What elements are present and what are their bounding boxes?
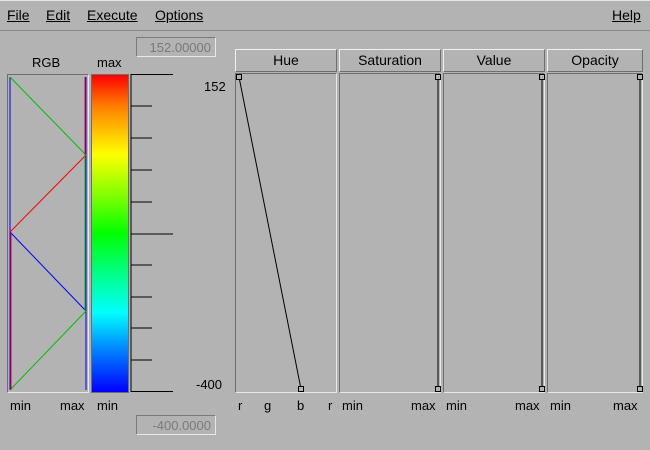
opacity-header[interactable]: Opacity xyxy=(547,49,643,72)
colorbar-max-label: max xyxy=(97,55,122,70)
hue-label-b: b xyxy=(297,398,305,413)
range-min-label: -400 xyxy=(196,377,223,392)
value-curve[interactable] xyxy=(444,74,546,394)
menu-options[interactable]: Options xyxy=(155,7,203,23)
menu-file[interactable]: File xyxy=(7,7,30,23)
range-max-label: 152 xyxy=(204,79,226,94)
rgb-curve-panel[interactable] xyxy=(7,74,89,393)
value-max-label: max xyxy=(515,398,540,413)
rgb-min-label: min xyxy=(10,398,31,413)
hue-top-handle xyxy=(236,74,242,80)
menu-edit[interactable]: Edit xyxy=(46,7,70,23)
hue-label-r2: r xyxy=(328,398,333,413)
hue-curve-panel[interactable] xyxy=(235,73,337,393)
rgb-curves[interactable] xyxy=(8,75,90,394)
colorbar-min-label: min xyxy=(97,398,118,413)
value-curve-panel[interactable] xyxy=(443,73,545,393)
hue-curve[interactable] xyxy=(236,74,338,394)
rgb-label: RGB xyxy=(32,55,61,70)
value-header[interactable]: Value xyxy=(443,49,545,72)
value-min-label: min xyxy=(446,398,467,413)
opacity-min-label: min xyxy=(550,398,571,413)
saturation-curve-panel[interactable] xyxy=(339,73,441,393)
saturation-max-label: max xyxy=(411,398,436,413)
rgb-max-label: max xyxy=(60,398,85,413)
max-value-field[interactable]: 152.00000 xyxy=(136,37,216,57)
opacity-curve[interactable] xyxy=(548,74,644,394)
hue-header[interactable]: Hue xyxy=(235,49,337,72)
saturation-min-label: min xyxy=(342,398,363,413)
min-value-field[interactable]: -400.0000 xyxy=(136,415,216,435)
saturation-curve[interactable] xyxy=(340,74,442,394)
tick-scale xyxy=(130,74,173,392)
opacity-curve-panel[interactable] xyxy=(547,73,643,393)
saturation-header[interactable]: Saturation xyxy=(339,49,441,72)
menu-execute[interactable]: Execute xyxy=(87,7,138,23)
hue-bottom-handle xyxy=(298,386,304,392)
hue-label-g: g xyxy=(264,398,272,413)
hue-label-r1: r xyxy=(238,398,243,413)
menu-bar: File Edit Execute Options Help xyxy=(0,0,650,31)
menu-help[interactable]: Help xyxy=(612,7,641,23)
colorbar xyxy=(91,74,129,393)
opacity-max-label: max xyxy=(613,398,638,413)
